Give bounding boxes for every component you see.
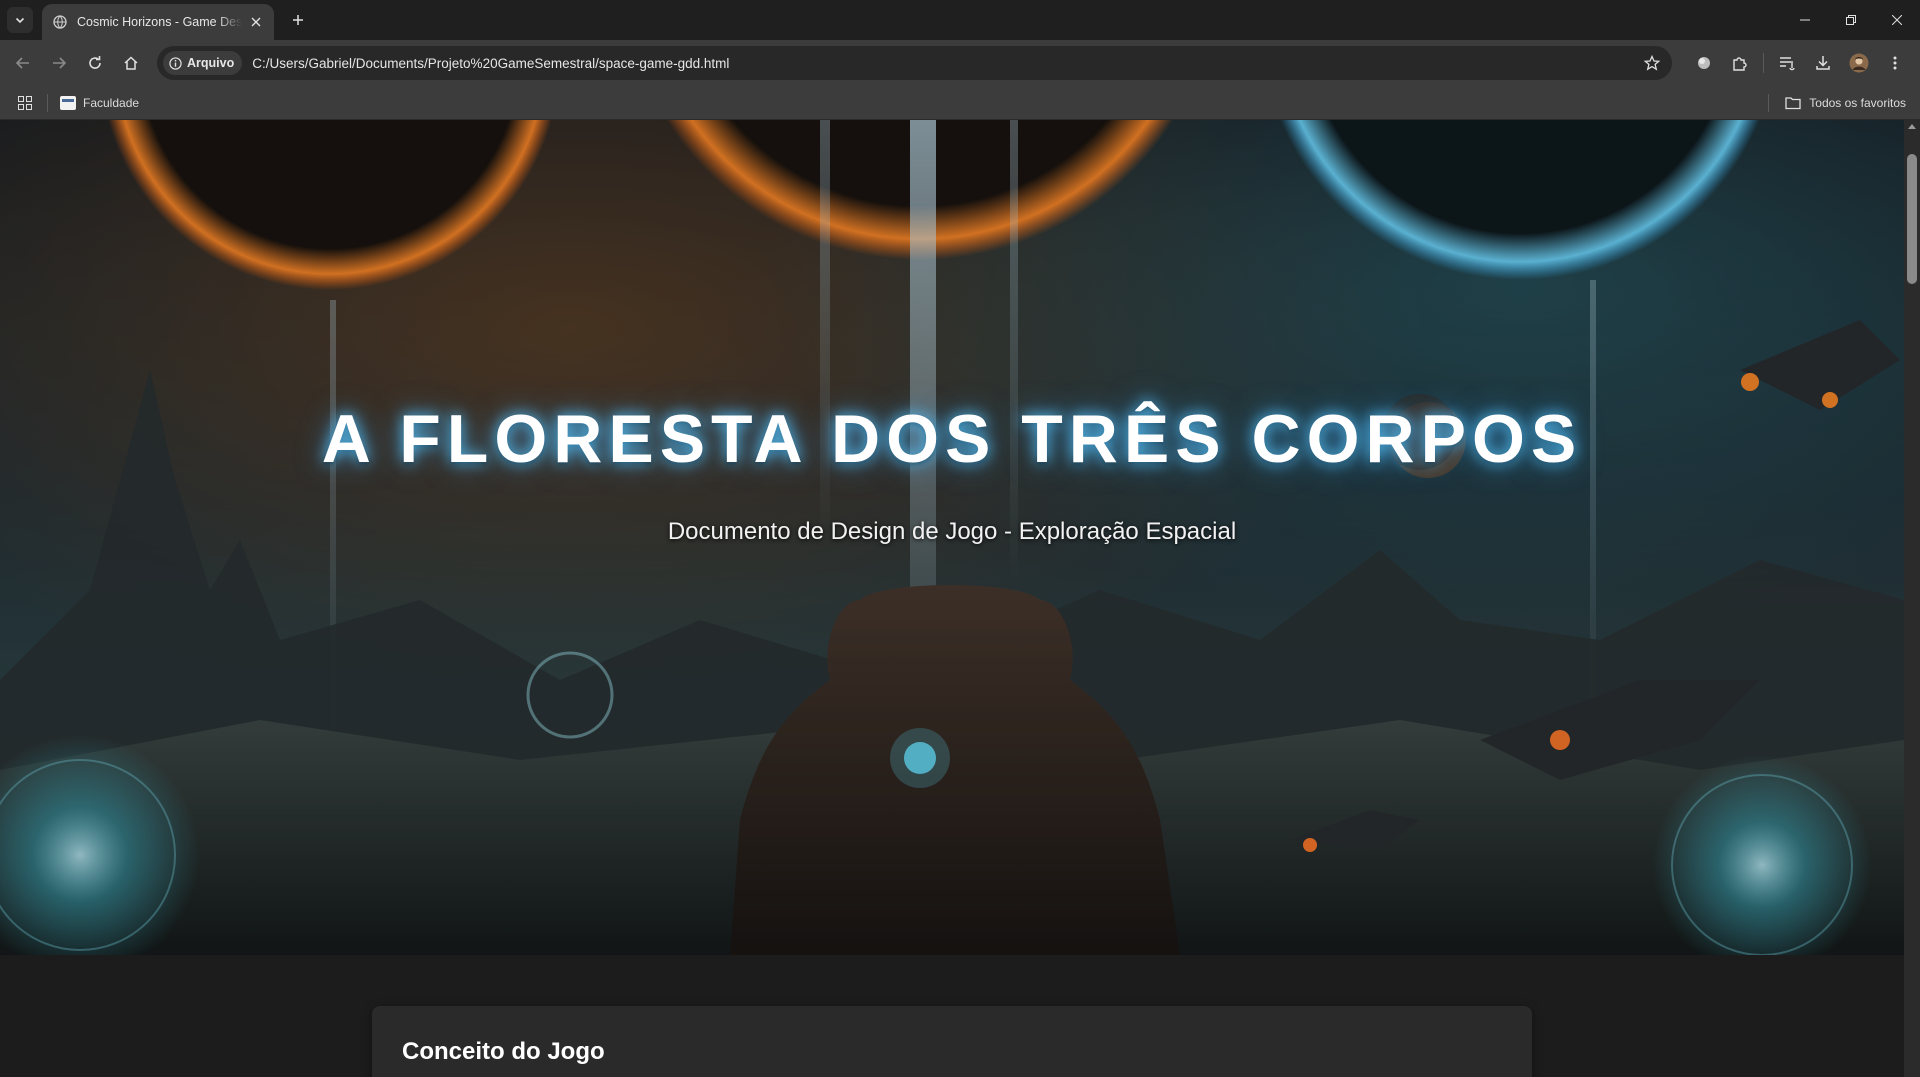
tab-strip: Cosmic Horizons - Game Design Document xyxy=(0,0,1920,40)
extension-circle-icon xyxy=(1698,57,1710,69)
scrollbar-thumb[interactable] xyxy=(1907,154,1917,284)
playlist-icon xyxy=(1780,57,1795,71)
back-button[interactable] xyxy=(6,46,40,80)
extension-button[interactable] xyxy=(1687,46,1721,80)
menu-button[interactable] xyxy=(1878,46,1912,80)
url-text[interactable]: C:/Users/Gabriel/Documents/Projeto%20Gam… xyxy=(252,56,729,71)
close-window-button[interactable] xyxy=(1874,0,1920,40)
page-scrollbar[interactable] xyxy=(1904,120,1920,1077)
puzzle-icon xyxy=(1733,57,1747,71)
page-subtitle: Documento de Design de Jogo - Exploração… xyxy=(667,518,1237,545)
hero-banner: A FLORESTA DOS TRÊS CORPOS Documento de … xyxy=(0,120,1904,955)
section-title: Conceito do Jogo xyxy=(402,1038,605,1065)
site-info-label: Arquivo xyxy=(187,56,235,70)
minimize-button[interactable] xyxy=(1782,0,1828,40)
all-bookmarks-label: Todos os favoritos xyxy=(1809,96,1906,110)
bookmark-favicon-icon xyxy=(60,95,76,110)
download-icon xyxy=(1816,56,1830,70)
tab-search-button[interactable] xyxy=(7,7,33,33)
more-vertical-icon xyxy=(1893,56,1897,70)
apps-button[interactable] xyxy=(15,93,35,113)
profile-button[interactable] xyxy=(1842,46,1876,80)
info-icon xyxy=(169,56,182,70)
restore-button[interactable] xyxy=(1828,0,1874,40)
toolbar-divider xyxy=(1763,53,1764,73)
arrow-left-icon xyxy=(15,57,29,69)
media-controls-button[interactable] xyxy=(1770,46,1804,80)
restore-icon xyxy=(1846,15,1856,25)
tab-title: Cosmic Horizons - Game Design Document xyxy=(77,15,242,29)
toolbar-actions xyxy=(1687,46,1912,80)
close-icon xyxy=(1892,15,1902,25)
reload-icon xyxy=(89,56,101,69)
page-title: A FLORESTA DOS TRÊS CORPOS xyxy=(321,401,1583,477)
window-controls xyxy=(1782,0,1920,40)
folder-icon xyxy=(1785,97,1801,110)
avatar xyxy=(1849,53,1869,73)
bookmarks-divider xyxy=(47,93,48,112)
section-card-game-concept: Conceito do Jogo xyxy=(372,1006,1532,1077)
bookmarks-bar: Faculdade Todos os favoritos xyxy=(0,86,1920,120)
arrow-right-icon xyxy=(53,57,67,69)
downloads-button[interactable] xyxy=(1806,46,1840,80)
home-icon xyxy=(124,56,138,70)
all-bookmarks-button[interactable]: Todos os favoritos xyxy=(1756,86,1906,120)
bookmark-star-button[interactable] xyxy=(1642,53,1662,73)
new-tab-button[interactable] xyxy=(284,6,312,34)
globe-icon xyxy=(52,14,68,30)
tab-active[interactable]: Cosmic Horizons - Game Design Document xyxy=(42,4,274,40)
address-bar[interactable]: Arquivo C:/Users/Gabriel/Documents/Proje… xyxy=(157,46,1672,80)
site-info-chip[interactable]: Arquivo xyxy=(163,51,243,75)
bookmark-label: Faculdade xyxy=(83,95,140,110)
bookmark-item-faculdade[interactable]: Faculdade xyxy=(60,95,140,110)
bookmarks-divider xyxy=(1768,94,1770,112)
apps-grid-icon xyxy=(18,95,32,110)
minimize-icon xyxy=(1800,19,1810,21)
chevron-down-icon xyxy=(15,17,25,24)
star-icon xyxy=(1644,55,1660,71)
home-button[interactable] xyxy=(114,46,148,80)
plus-icon xyxy=(293,15,303,25)
scroll-up-arrow-icon[interactable] xyxy=(1908,124,1916,129)
forward-button[interactable] xyxy=(42,46,76,80)
extensions-button[interactable] xyxy=(1723,46,1757,80)
page-viewport: A FLORESTA DOS TRÊS CORPOS Documento de … xyxy=(0,120,1904,1077)
browser-toolbar: Arquivo C:/Users/Gabriel/Documents/Proje… xyxy=(0,40,1920,86)
reload-button[interactable] xyxy=(78,46,112,80)
close-icon[interactable] xyxy=(248,14,264,30)
